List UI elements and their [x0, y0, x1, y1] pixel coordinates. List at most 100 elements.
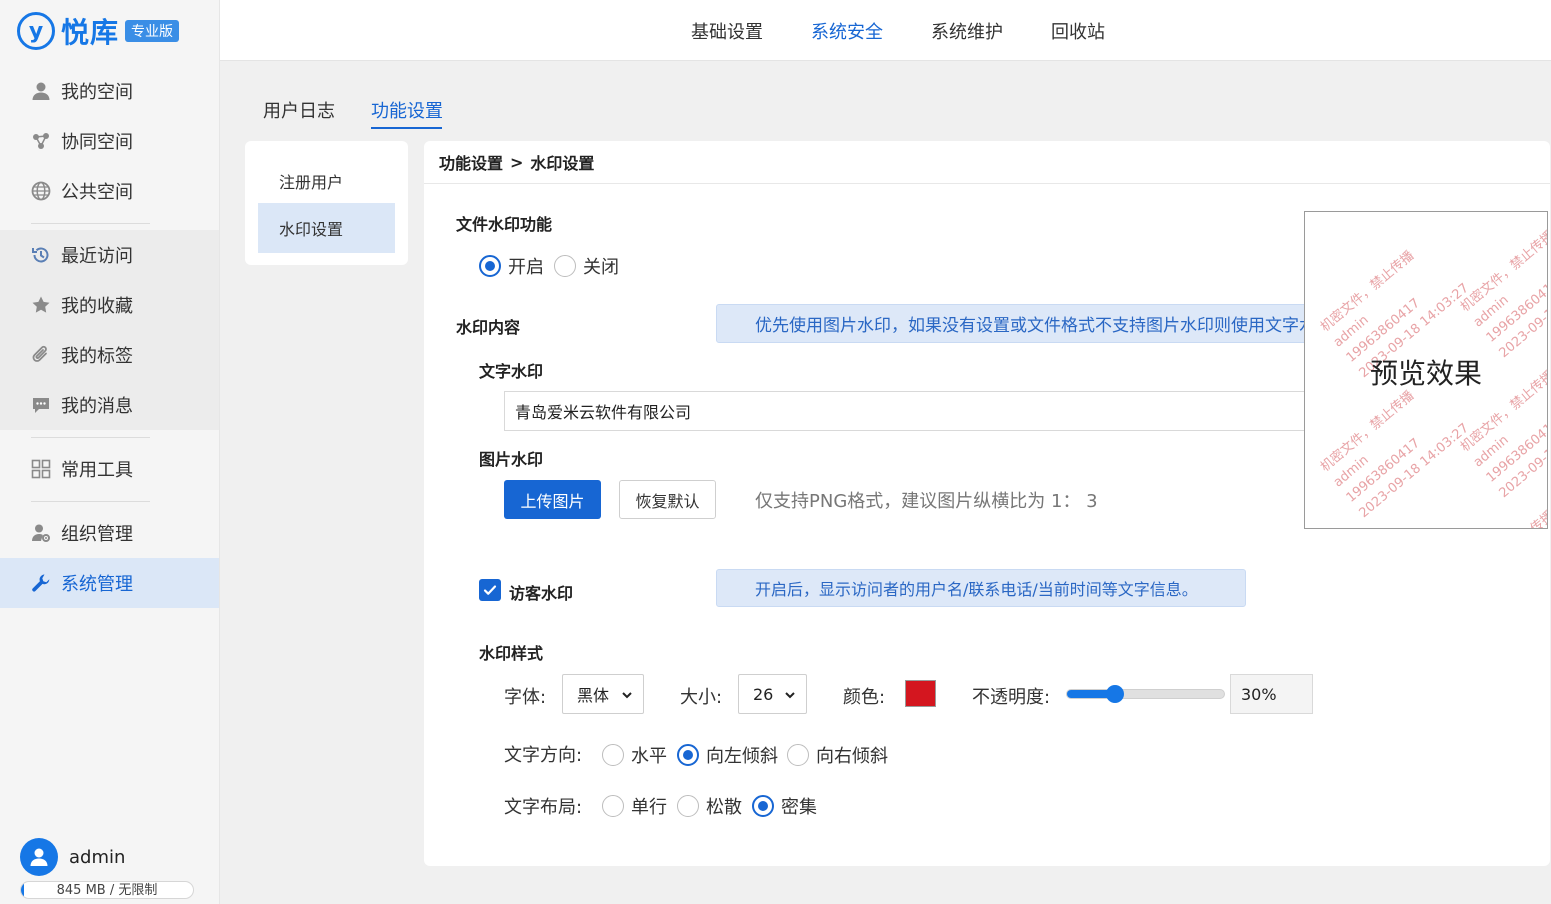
app-name: 悦库	[61, 16, 120, 49]
paperclip-icon	[31, 345, 51, 365]
watermark-enable-off-radio[interactable]: 关闭	[554, 253, 619, 279]
sidebar-item-tools[interactable]: 常用工具	[0, 444, 219, 494]
layout-loose-radio[interactable]: 松散	[677, 793, 742, 819]
visitor-watermark-label[interactable]: 访客水印	[509, 580, 573, 604]
watermark-text-block: 机密文件，禁止传播admin199638604172023-09-18 14:0…	[1317, 528, 1417, 529]
username: admin	[69, 846, 126, 868]
breadcrumb-parent[interactable]: 功能设置	[439, 150, 503, 174]
storage-quota-bar: 845 MB / 无限制	[20, 881, 194, 899]
sidebar-item-label: 我的收藏	[61, 296, 133, 317]
sidebar-item-label: 组织管理	[61, 524, 133, 545]
sidebar-item-recent[interactable]: 最近访问	[0, 230, 219, 280]
font-select-value: 黑体	[577, 686, 610, 705]
sidebar-item-system-management[interactable]: 系统管理	[0, 558, 219, 608]
image-format-hint: 仅支持PNG格式，建议图片纵横比为 1： 3	[755, 491, 1098, 512]
tab-feature-settings[interactable]: 功能设置	[371, 97, 443, 123]
breadcrumb-separator: >	[510, 152, 524, 172]
top-nav: 基础设置 系统安全 系统维护 回收站	[220, 0, 1551, 61]
size-select-value: 26	[753, 684, 774, 704]
sidebar-item-label: 我的标签	[61, 346, 133, 367]
user-profile[interactable]: admin	[20, 838, 125, 876]
user-avatar-icon	[30, 848, 48, 866]
layout-label: 文字布局:	[504, 797, 583, 818]
text-watermark-label: 文字水印	[479, 362, 544, 381]
sidebar-item-my-space[interactable]: 我的空间	[0, 66, 219, 116]
nav-item-registered-users[interactable]: 注册用户	[258, 156, 395, 206]
tab-basic-settings[interactable]: 基础设置	[691, 18, 763, 44]
radio-label: 开启	[508, 257, 544, 278]
logo-mark-icon: y	[17, 12, 55, 50]
sidebar-item-collab-space[interactable]: 协同空间	[0, 116, 219, 166]
tab-system-security[interactable]: 系统安全	[811, 18, 883, 44]
sidebar-item-org-management[interactable]: 组织管理	[0, 508, 219, 558]
radio-dot	[602, 795, 624, 817]
opacity-value-input[interactable]: 30%	[1230, 674, 1313, 714]
opacity-slider-thumb[interactable]	[1105, 685, 1124, 703]
size-select[interactable]: 26	[738, 674, 807, 714]
tab-user-log[interactable]: 用户日志	[263, 97, 335, 123]
grid-icon	[31, 459, 51, 479]
visitor-watermark-hint: 开启后，显示访问者的用户名/联系电话/当前时间等文字信息。	[716, 569, 1246, 607]
checkmark-icon	[483, 585, 497, 595]
radio-dot	[677, 744, 699, 766]
app-logo[interactable]: y 悦库 专业版	[17, 11, 180, 51]
globe-icon	[31, 181, 51, 201]
wrench-icon	[31, 573, 51, 593]
sidebar-divider	[31, 501, 150, 502]
radio-dot	[752, 795, 774, 817]
breadcrumb: 功能设置 > 水印设置	[424, 141, 1550, 184]
layout-dense-radio[interactable]: 密集	[752, 793, 817, 819]
sidebar-item-tags[interactable]: 我的标签	[0, 330, 219, 380]
sidebar-item-messages[interactable]: 我的消息	[0, 380, 219, 430]
watermark-text-block: 机密文件，禁止传播admin199638604172023-09-18 14:0…	[1457, 508, 1547, 528]
radio-label: 关闭	[583, 257, 619, 278]
opacity-label: 不透明度:	[972, 687, 1051, 708]
nav-item-watermark-settings[interactable]: 水印设置	[258, 203, 395, 253]
direction-tilt-right-radio[interactable]: 向右倾斜	[787, 742, 888, 768]
sidebar-item-public-space[interactable]: 公共空间	[0, 166, 219, 216]
sidebar-divider	[31, 437, 150, 438]
size-label: 大小:	[680, 687, 723, 708]
opacity-slider-track[interactable]	[1066, 685, 1225, 703]
breadcrumb-current: 水印设置	[530, 154, 595, 173]
direction-horizontal-radio[interactable]: 水平	[602, 742, 667, 768]
radio-dot	[554, 255, 576, 277]
share-icon	[31, 131, 51, 151]
layout-single-radio[interactable]: 单行	[602, 793, 667, 819]
avatar	[20, 838, 58, 876]
radio-label: 单行	[631, 797, 667, 818]
color-picker[interactable]	[905, 680, 936, 707]
sidebar-item-label: 协同空间	[61, 132, 133, 153]
radio-label: 水平	[631, 746, 667, 767]
preview-title: 预览效果	[1369, 357, 1482, 390]
star-icon	[31, 295, 51, 315]
font-select[interactable]: 黑体	[562, 674, 644, 714]
radio-dot	[602, 744, 624, 766]
restore-default-button[interactable]: 恢复默认	[619, 480, 716, 519]
image-watermark-label: 图片水印	[479, 450, 544, 469]
message-icon	[31, 395, 51, 415]
user-icon	[31, 81, 51, 101]
sidebar-divider	[31, 223, 150, 224]
sidebar-item-favorites[interactable]: 我的收藏	[0, 280, 219, 330]
chevron-down-icon	[785, 692, 795, 699]
org-user-icon	[31, 523, 51, 543]
sidebar-item-label: 我的空间	[61, 82, 133, 103]
radio-dot	[479, 255, 501, 277]
tab-recycle-bin[interactable]: 回收站	[1051, 18, 1105, 44]
upload-image-button[interactable]: 上传图片	[504, 480, 601, 519]
tab-system-maintenance[interactable]: 系统维护	[931, 18, 1003, 44]
watermark-content-label: 水印内容	[456, 318, 521, 337]
watermark-enable-on-radio[interactable]: 开启	[479, 253, 544, 279]
watermark-feature-label: 文件水印功能	[456, 215, 553, 234]
radio-dot	[787, 744, 809, 766]
sidebar-item-label: 公共空间	[61, 182, 133, 203]
watermark-preview: 机密文件，禁止传播 admin 19963860417 2023-09-18 14:0…	[1304, 211, 1548, 529]
watermark-text-line: 机密文件，禁止传播	[1317, 528, 1417, 529]
watermark-style-label: 水印样式	[479, 644, 544, 663]
direction-label: 文字方向:	[504, 745, 583, 766]
text-watermark-input[interactable]: 青岛爱米云软件有限公司	[504, 391, 1319, 431]
direction-tilt-left-radio[interactable]: 向左倾斜	[677, 742, 778, 768]
sidebar-item-label: 系统管理	[61, 574, 133, 595]
visitor-watermark-checkbox[interactable]	[479, 579, 501, 601]
